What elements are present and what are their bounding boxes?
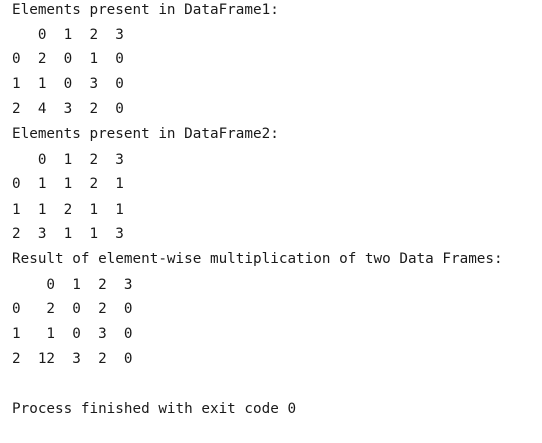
result-row: 2 12 3 2 0 bbox=[12, 351, 133, 367]
df2-row: 0 1 1 2 1 bbox=[12, 176, 124, 192]
df2-column-header: 0 1 2 3 bbox=[12, 152, 124, 168]
result-column-header: 0 1 2 3 bbox=[12, 277, 133, 293]
df2-row: 1 1 2 1 1 bbox=[12, 202, 124, 218]
df1-row: 1 1 0 3 0 bbox=[12, 76, 124, 92]
result-row: 1 1 0 3 0 bbox=[12, 326, 133, 342]
df2-row: 2 3 1 1 3 bbox=[12, 226, 124, 242]
df1-column-header: 0 1 2 3 bbox=[12, 27, 124, 43]
header-result: Result of element-wise multiplication of… bbox=[12, 251, 503, 267]
exit-message: Process finished with exit code 0 bbox=[12, 401, 297, 417]
result-row: 0 2 0 2 0 bbox=[12, 301, 133, 317]
df1-row: 2 4 3 2 0 bbox=[12, 101, 124, 117]
df1-row: 0 2 0 1 0 bbox=[12, 51, 124, 67]
header-df2: Elements present in DataFrame2: bbox=[12, 126, 279, 142]
header-df1: Elements present in DataFrame1: bbox=[12, 2, 279, 18]
